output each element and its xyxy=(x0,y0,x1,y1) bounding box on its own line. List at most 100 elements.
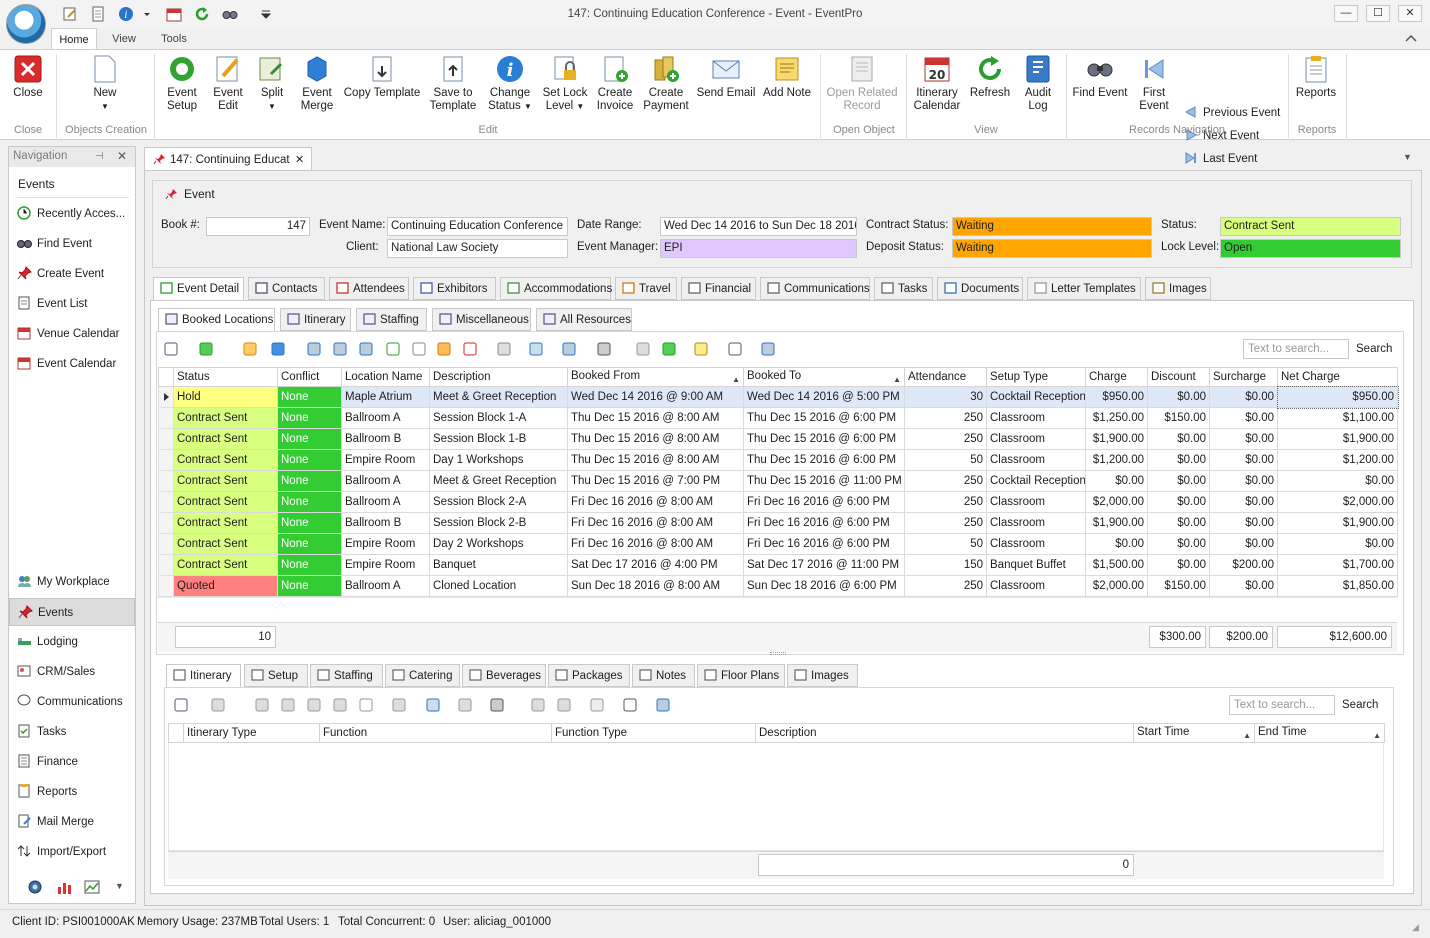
cell-net-charge[interactable]: $0.00 xyxy=(1277,533,1398,555)
audit-log-button[interactable]: Audit Log xyxy=(1018,54,1058,126)
copy-template-button[interactable]: Copy Template xyxy=(342,54,422,126)
itinerary-column-itinerary-type[interactable]: Itinerary Type xyxy=(183,723,320,743)
cell-attendance[interactable]: 250 xyxy=(904,491,987,513)
cell-setup-type[interactable]: Cocktail Reception xyxy=(986,386,1086,408)
itinerary-column-end-time[interactable]: End Time ▲ xyxy=(1254,723,1385,743)
nav-my-workplace[interactable]: My Workplace xyxy=(9,568,135,596)
save-icon[interactable] xyxy=(760,341,776,357)
new-record-icon[interactable] xyxy=(163,341,179,357)
bottom-tab-notes[interactable]: Notes xyxy=(632,664,695,687)
table-row[interactable]: Contract Sent None Ballroom A Meet & Greet … xyxy=(158,470,1398,492)
cell-location-name[interactable]: Empire Room xyxy=(341,533,430,555)
filter-icon[interactable] xyxy=(596,341,612,357)
nav-import-export[interactable]: Import/Export xyxy=(9,838,135,866)
cell-setup-type[interactable]: Classroom xyxy=(986,407,1086,429)
close-button[interactable]: Close xyxy=(4,54,52,126)
event-merge-button[interactable]: Event Merge xyxy=(294,54,340,126)
cell-charge[interactable]: $2,000.00 xyxy=(1085,491,1148,513)
set-lock-level-button[interactable]: Set Lock Level ▼ xyxy=(540,54,590,126)
cell-description[interactable]: Day 2 Workshops xyxy=(429,533,568,555)
cell-status[interactable]: Hold xyxy=(173,386,278,408)
cell-attendance[interactable]: 250 xyxy=(904,428,987,450)
nav-reports[interactable]: Reports xyxy=(9,778,135,806)
bottom-tab-staffing[interactable]: Staffing xyxy=(310,664,383,687)
tab-financial[interactable]: Financial xyxy=(681,277,756,300)
cell-booked-to[interactable]: Sun Dec 18 2016 @ 6:00 PM xyxy=(743,575,905,597)
bottom-tab-itinerary[interactable]: Itinerary xyxy=(166,664,241,688)
previous-icon[interactable] xyxy=(635,341,651,357)
close-pane-icon[interactable]: ✕ xyxy=(117,149,127,163)
new-itinerary-icon[interactable] xyxy=(173,697,189,713)
cell-conflict[interactable]: None xyxy=(277,533,342,555)
splitter-handle[interactable] xyxy=(770,652,786,655)
cell-booked-from[interactable]: Fri Dec 16 2016 @ 8:00 AM xyxy=(567,491,744,513)
delete-itinerary-icon[interactable] xyxy=(358,697,374,713)
save-to-template-button[interactable]: Save to Template xyxy=(426,54,480,126)
table-row[interactable]: Contract Sent None Empire Room Day 1 Worksh… xyxy=(158,449,1398,471)
cell-attendance[interactable]: 250 xyxy=(904,512,987,534)
bottom-tab-images[interactable]: Images xyxy=(787,664,858,687)
previous-itinerary-icon[interactable] xyxy=(530,697,546,713)
table-row[interactable]: Contract Sent None Empire Room Banquet Sat D… xyxy=(158,554,1398,576)
cell-description[interactable]: Day 1 Workshops xyxy=(429,449,568,471)
cell-setup-type[interactable]: Classroom xyxy=(986,449,1086,471)
cell-discount[interactable]: $0.00 xyxy=(1147,470,1210,492)
find-event-button[interactable]: Find Event xyxy=(1070,54,1130,126)
nav-crm-sales[interactable]: CRM/Sales xyxy=(9,658,135,686)
nav-tasks[interactable]: Tasks xyxy=(9,718,135,746)
split-button[interactable]: Split ▼ xyxy=(252,54,292,126)
tab-contacts[interactable]: Contacts xyxy=(248,277,325,300)
maximize-button[interactable]: ☐ xyxy=(1366,5,1390,22)
cell-status[interactable]: Contract Sent xyxy=(173,470,278,492)
cell-net-charge[interactable]: $1,700.00 xyxy=(1277,554,1398,576)
cell-charge[interactable]: $950.00 xyxy=(1085,386,1148,408)
cell-status[interactable]: Contract Sent xyxy=(173,428,278,450)
itinerary-column-description[interactable]: Description xyxy=(755,723,1134,743)
client-field[interactable]: National Law Society xyxy=(387,239,568,258)
cell-discount[interactable]: $150.00 xyxy=(1147,575,1210,597)
cell-surcharge[interactable]: $0.00 xyxy=(1209,491,1278,513)
nav-overflow-icon[interactable]: ▼ xyxy=(115,881,124,891)
cell-location-name[interactable]: Empire Room xyxy=(341,554,430,576)
itinerary-search-button[interactable]: Search xyxy=(1337,695,1383,715)
cell-surcharge[interactable]: $0.00 xyxy=(1209,470,1278,492)
column-header-surcharge[interactable]: Surcharge xyxy=(1209,367,1278,387)
globe-icon[interactable] xyxy=(27,879,43,895)
column-header-setup-type[interactable]: Setup Type xyxy=(986,367,1086,387)
cell-conflict[interactable]: None xyxy=(277,470,342,492)
tab-accommodations[interactable]: Accommodations xyxy=(500,277,612,300)
cell-booked-to[interactable]: Thu Dec 15 2016 @ 6:00 PM xyxy=(743,407,905,429)
bar-chart-icon[interactable] xyxy=(56,879,72,895)
find-icon[interactable] xyxy=(727,341,743,357)
itinerary-column-function[interactable]: Function xyxy=(319,723,552,743)
cell-setup-type[interactable]: Classroom xyxy=(986,428,1086,450)
cell-booked-to[interactable]: Fri Dec 16 2016 @ 6:00 PM xyxy=(743,512,905,534)
bottom-tab-beverages[interactable]: Beverages xyxy=(462,664,546,687)
cell-status[interactable]: Contract Sent xyxy=(173,533,278,555)
cell-attendance[interactable]: 50 xyxy=(904,449,987,471)
change-status-button[interactable]: i Change Status ▼ xyxy=(484,54,536,126)
column-header-location-name[interactable]: Location Name xyxy=(341,367,430,387)
cell-booked-to[interactable]: Wed Dec 14 2016 @ 5:00 PM xyxy=(743,386,905,408)
cell-location-name[interactable]: Ballroom A xyxy=(341,470,430,492)
nav-communications[interactable]: Communications xyxy=(9,688,135,716)
cell-booked-from[interactable]: Thu Dec 15 2016 @ 8:00 AM xyxy=(567,449,744,471)
link-icon[interactable] xyxy=(411,341,427,357)
cell-conflict[interactable]: None xyxy=(277,575,342,597)
cell-net-charge[interactable]: $1,850.00 xyxy=(1277,575,1398,597)
status-field[interactable]: Contract Sent xyxy=(1220,217,1401,236)
cell-booked-from[interactable]: Thu Dec 15 2016 @ 8:00 AM xyxy=(567,407,744,429)
cell-net-charge[interactable]: $1,900.00 xyxy=(1277,428,1398,450)
create-invoice-button[interactable]: Create Invoice xyxy=(592,54,638,126)
cell-booked-to[interactable]: Sat Dec 17 2016 @ 11:00 PM xyxy=(743,554,905,576)
date-range-field[interactable]: Wed Dec 14 2016 to Sun Dec 18 2016 xyxy=(660,217,857,236)
cell-discount[interactable]: $0.00 xyxy=(1147,428,1210,450)
bottom-tab-packages[interactable]: Packages xyxy=(548,664,630,687)
cell-setup-type[interactable]: Banquet Buffet xyxy=(986,554,1086,576)
cell-conflict[interactable]: None xyxy=(277,449,342,471)
cell-description[interactable]: Cloned Location xyxy=(429,575,568,597)
previous-event-button[interactable]: Previous Event xyxy=(1184,104,1280,122)
nav-recently-accessed[interactable]: Recently Acces... xyxy=(9,200,135,228)
resize-grip-icon[interactable]: ◢ xyxy=(1412,922,1419,933)
add-location-icon[interactable] xyxy=(306,341,322,357)
